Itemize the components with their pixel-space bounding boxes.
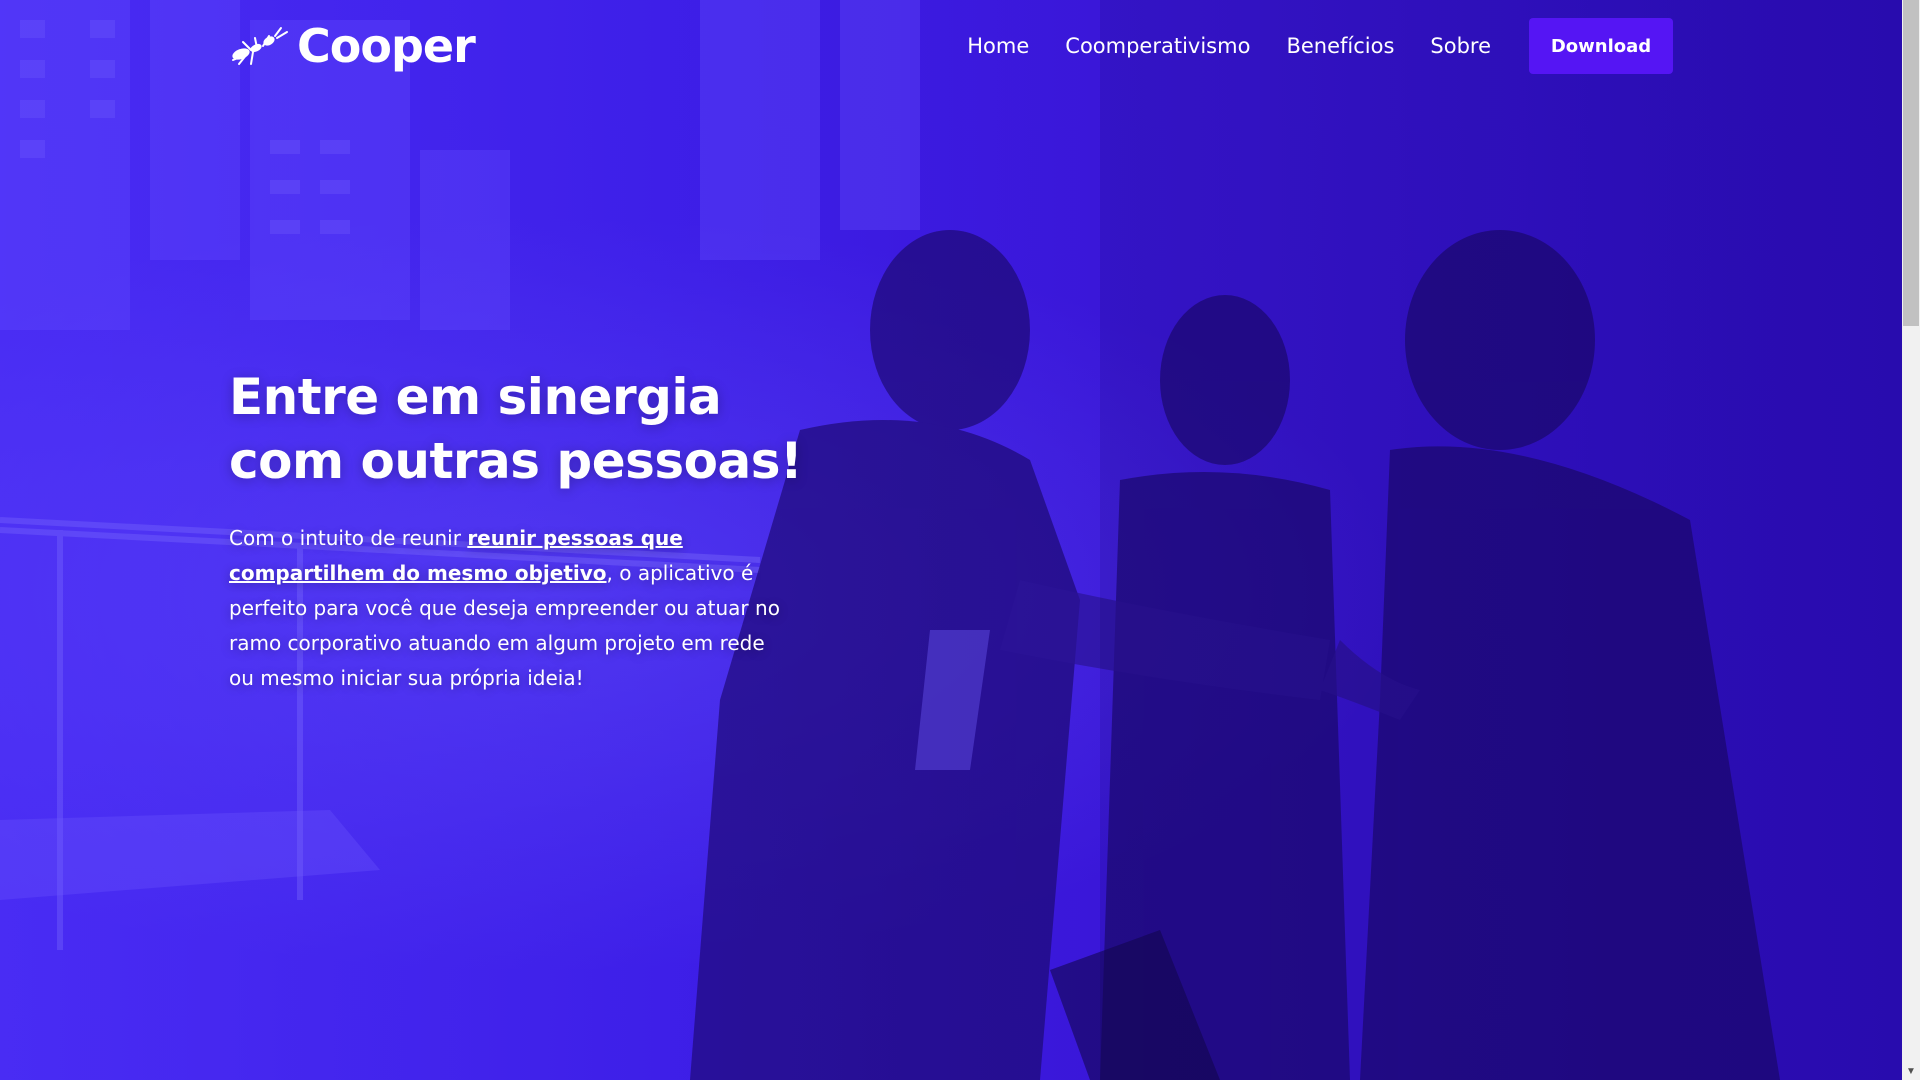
hero-section: Entre em sinergia com outras pessoas! Co… bbox=[229, 365, 809, 696]
hero-text-intro: Com o intuito de reunir bbox=[229, 526, 468, 550]
nav-link-coomperativismo[interactable]: Coomperativismo bbox=[1065, 34, 1250, 58]
vertical-scrollbar[interactable]: ▼ bbox=[1902, 0, 1920, 1080]
nav-link-home[interactable]: Home bbox=[967, 34, 1029, 58]
ant-icon bbox=[232, 27, 288, 65]
brand-name: Cooper bbox=[297, 19, 476, 73]
page-viewport: Cooper Home Coomperativismo Benefícios S… bbox=[0, 0, 1920, 1080]
download-button[interactable]: Download bbox=[1529, 18, 1673, 74]
nav-link-sobre[interactable]: Sobre bbox=[1430, 34, 1491, 58]
hero-title: Entre em sinergia com outras pessoas! bbox=[229, 365, 809, 493]
scroll-down-arrow-icon[interactable]: ▼ bbox=[1902, 1062, 1920, 1080]
header: Cooper Home Coomperativismo Benefícios S… bbox=[229, 18, 1673, 74]
main-nav: Home Coomperativismo Benefícios Sobre Do… bbox=[967, 18, 1673, 74]
brand-logo-link[interactable]: Cooper bbox=[229, 19, 476, 73]
scrollbar-thumb[interactable] bbox=[1903, 0, 1919, 326]
hero-title-line-2: com outras pessoas! bbox=[229, 432, 803, 490]
hero-title-line-1: Entre em sinergia bbox=[229, 368, 722, 426]
nav-link-beneficios[interactable]: Benefícios bbox=[1286, 34, 1394, 58]
hero-description: Com o intuito de reunir reunir pessoas q… bbox=[229, 521, 789, 696]
